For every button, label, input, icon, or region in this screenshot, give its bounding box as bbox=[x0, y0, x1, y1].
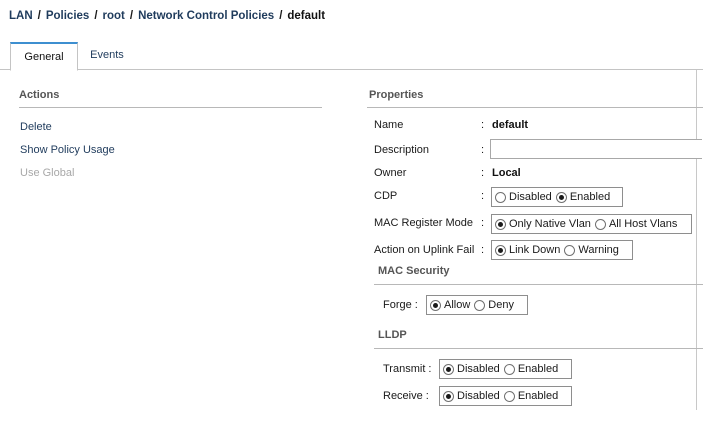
cdp-radio-group: Disabled Enabled bbox=[491, 187, 623, 207]
panel-right-border bbox=[696, 70, 697, 410]
forge-option-deny[interactable]: Deny bbox=[474, 299, 514, 311]
tab-events[interactable]: Events bbox=[80, 42, 134, 68]
forge-radio-group: Allow Deny bbox=[426, 295, 528, 315]
forge-option-allow-label: Allow bbox=[444, 299, 471, 311]
receive-label: Receive : bbox=[383, 390, 429, 402]
breadcrumb-current: default bbox=[287, 10, 326, 22]
delete-link[interactable]: Delete bbox=[20, 121, 52, 133]
radio-selected-icon bbox=[443, 363, 454, 375]
owner-value: Local bbox=[492, 167, 521, 179]
transmit-radio-group: Disabled Enabled bbox=[439, 359, 572, 379]
radio-unselected-icon bbox=[503, 390, 515, 402]
lldp-heading: LLDP bbox=[378, 329, 407, 341]
transmit-option-disabled[interactable]: Disabled bbox=[443, 363, 500, 375]
cdp-option-enabled[interactable]: Enabled bbox=[555, 191, 611, 203]
transmit-option-enabled[interactable]: Enabled bbox=[503, 363, 559, 375]
transmit-option-enabled-label: Enabled bbox=[517, 363, 559, 375]
breadcrumb-policies[interactable]: Policies bbox=[46, 10, 89, 22]
receive-option-disabled[interactable]: Disabled bbox=[443, 390, 500, 402]
description-label: Description bbox=[374, 144, 430, 156]
properties-divider bbox=[367, 107, 703, 108]
transmit-label: Transmit : bbox=[383, 363, 432, 375]
name-colon: : bbox=[481, 119, 485, 131]
name-value: default bbox=[492, 119, 529, 131]
owner-colon: : bbox=[481, 167, 485, 179]
action-on-uplink-fail-label: Action on Uplink Fail bbox=[374, 244, 475, 256]
tab-strip-border bbox=[0, 69, 703, 70]
forge-label: Forge : bbox=[383, 299, 418, 311]
use-global-link: Use Global bbox=[20, 167, 75, 179]
breadcrumb: LAN / Policies / root / Network Control Polici… bbox=[9, 10, 325, 22]
breadcrumb-separator: / bbox=[279, 10, 283, 22]
breadcrumb-root[interactable]: root bbox=[103, 10, 125, 22]
description-colon: : bbox=[481, 144, 485, 156]
cdp-colon: : bbox=[481, 190, 485, 202]
uplink-fail-option-link-down-label: Link Down bbox=[509, 244, 561, 256]
forge-option-allow[interactable]: Allow bbox=[430, 299, 470, 311]
radio-selected-icon bbox=[495, 218, 506, 230]
receive-option-disabled-label: Disabled bbox=[457, 390, 500, 402]
mac-register-mode-option-only-native-vlan-label: Only Native Vlan bbox=[509, 218, 591, 230]
radio-unselected-icon bbox=[503, 363, 515, 375]
receive-option-enabled-label: Enabled bbox=[517, 390, 559, 402]
actions-divider bbox=[19, 107, 322, 108]
breadcrumb-separator: / bbox=[94, 10, 98, 22]
actions-heading: Actions bbox=[19, 89, 60, 101]
radio-selected-icon bbox=[430, 299, 441, 311]
mac-security-divider bbox=[374, 284, 703, 285]
cdp-label: CDP bbox=[374, 190, 398, 202]
cdp-option-disabled-label: Disabled bbox=[509, 191, 552, 203]
breadcrumb-lan[interactable]: LAN bbox=[9, 10, 33, 22]
radio-unselected-icon bbox=[564, 244, 576, 256]
description-field[interactable] bbox=[490, 139, 702, 159]
radio-unselected-icon bbox=[474, 299, 486, 311]
mac-register-mode-radio-group: Only Native Vlan All Host Vlans bbox=[491, 214, 692, 234]
breadcrumb-network-control-policies[interactable]: Network Control Policies bbox=[138, 10, 274, 22]
transmit-option-disabled-label: Disabled bbox=[457, 363, 500, 375]
radio-selected-icon bbox=[443, 390, 454, 402]
radio-unselected-icon bbox=[495, 191, 506, 203]
receive-radio-group: Disabled Enabled bbox=[439, 386, 572, 406]
mac-register-mode-option-all-host-vlans-label: All Host Vlans bbox=[608, 218, 678, 230]
name-label: Name bbox=[374, 119, 404, 131]
mac-register-mode-label: MAC Register Mode bbox=[374, 217, 474, 229]
mac-register-mode-colon: : bbox=[481, 217, 485, 229]
breadcrumb-separator: / bbox=[37, 10, 41, 22]
cdp-option-disabled[interactable]: Disabled bbox=[495, 191, 552, 203]
forge-option-deny-label: Deny bbox=[488, 299, 514, 311]
tab-general[interactable]: General bbox=[10, 42, 78, 71]
receive-option-enabled[interactable]: Enabled bbox=[503, 390, 559, 402]
cdp-option-enabled-label: Enabled bbox=[569, 191, 611, 203]
action-on-uplink-fail-colon: : bbox=[481, 244, 485, 256]
uplink-fail-option-warning[interactable]: Warning bbox=[564, 244, 619, 256]
action-on-uplink-fail-radio-group: Link Down Warning bbox=[491, 240, 633, 260]
mac-security-heading: MAC Security bbox=[378, 265, 450, 277]
mac-register-mode-option-all-host-vlans[interactable]: All Host Vlans bbox=[594, 218, 678, 230]
owner-label: Owner bbox=[374, 167, 407, 179]
radio-selected-icon bbox=[495, 244, 506, 256]
lldp-divider bbox=[374, 348, 703, 349]
properties-heading: Properties bbox=[369, 89, 424, 101]
breadcrumb-separator: / bbox=[129, 10, 134, 22]
show-policy-usage-link[interactable]: Show Policy Usage bbox=[20, 144, 115, 156]
uplink-fail-option-warning-label: Warning bbox=[578, 244, 619, 256]
radio-unselected-icon bbox=[594, 218, 606, 230]
uplink-fail-option-link-down[interactable]: Link Down bbox=[495, 244, 560, 256]
mac-register-mode-option-only-native-vlan[interactable]: Only Native Vlan bbox=[495, 218, 591, 230]
radio-selected-icon bbox=[555, 191, 567, 203]
